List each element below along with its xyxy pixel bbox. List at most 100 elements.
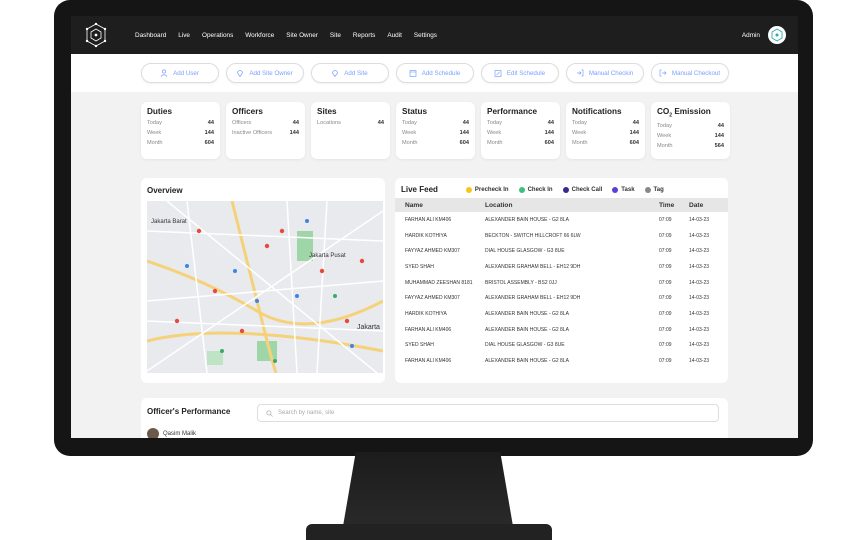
stat-value: 144 — [544, 130, 554, 136]
notifications-card[interactable]: Notifications Today 44 Week 144 Month 604 — [566, 102, 645, 159]
duties-card[interactable]: Duties Today 44 Week 144 Month 604 — [141, 102, 220, 159]
emission-card[interactable]: CO2 Emission Today 44 Week 144 Month 564 — [651, 102, 730, 159]
add-site-owner-button[interactable]: Add Site Owner — [225, 63, 304, 83]
stat-label: Today — [657, 122, 672, 129]
manual-checkin-label: Manual Checkin — [588, 69, 634, 77]
cell-date: 14-03-23 — [689, 326, 710, 333]
user-avatar[interactable] — [768, 26, 786, 44]
legend-precheck-in[interactable]: Precheck In — [465, 186, 509, 193]
table-row[interactable]: SYED SHAH ALEXANDER GRAHAM BELL - EH12 9D… — [395, 259, 728, 275]
table-row[interactable]: HARDIK KOTHIYA BECKTON - SWITCH HILLCROFT… — [395, 228, 728, 244]
column-name[interactable]: Name — [395, 202, 485, 209]
add-site-button[interactable]: Add Site — [310, 63, 389, 83]
table-row[interactable]: FAYYAZ AHMED KM307 DIAL HOUSE GLASGOW - G… — [395, 243, 728, 259]
table-row[interactable]: SYED SHAH DIAL HOUSE GLASGOW - G3 8UE 07:0… — [395, 338, 728, 354]
stat-label: Today — [147, 120, 162, 126]
add-schedule-label: Add Schedule — [421, 69, 461, 77]
officer-item[interactable]: Qasim Malik — [147, 428, 196, 438]
table-row[interactable]: HARDIK KOTHIYA ALEXANDER BAIN HOUSE - G2 … — [395, 306, 728, 322]
cell-date: 14-03-23 — [689, 216, 710, 223]
avatar — [147, 428, 159, 438]
stat-label: Month — [572, 140, 588, 146]
add-site-label: Add Site — [344, 69, 368, 77]
duties-title: Duties — [147, 107, 173, 116]
stat-value: 144 — [204, 130, 214, 136]
cell-time: 07:09 — [659, 216, 672, 223]
cell-date: 14-03-23 — [689, 295, 710, 302]
add-user-button[interactable]: Add User — [140, 63, 219, 83]
stat-row: Week 144 — [402, 130, 469, 136]
table-body: FARHAN ALI KM406 ALEXANDER BAIN HOUSE - G… — [395, 212, 728, 369]
cell-name: SYED SHAH — [405, 342, 434, 349]
stat-value: 604 — [629, 140, 639, 146]
emission-title: CO2 Emission — [657, 107, 724, 119]
stat-row: Week 144 — [487, 130, 554, 136]
live-feed-header: Live Feed Precheck In Check In Check Cal… — [395, 178, 728, 198]
nav-audit[interactable]: Audit — [387, 32, 402, 39]
stat-row: Today 44 — [657, 123, 724, 129]
column-time[interactable]: Time — [659, 202, 689, 209]
cell-location: ALEXANDER BAIN HOUSE - G2 8LA — [485, 310, 569, 317]
cell-location: ALEXANDER BAIN HOUSE - G2 8LA — [485, 326, 569, 333]
stat-value: 44 — [377, 120, 384, 126]
performance-card[interactable]: Performance Today 44 Week 144 Month 604 — [481, 102, 560, 159]
stat-label: Week — [147, 130, 162, 136]
cell-name: FARHAN ALI KM406 — [405, 326, 452, 333]
edit-schedule-label: Edit Schedule — [506, 69, 546, 77]
officers-card[interactable]: Officers Officers 44 Inactive Officers 144 — [226, 102, 305, 159]
stat-row: Month 604 — [402, 140, 469, 146]
column-location[interactable]: Location — [485, 202, 659, 209]
legend-tag[interactable]: Tag — [644, 186, 664, 193]
cell-date: 14-03-23 — [689, 358, 710, 365]
cell-time: 07:09 — [659, 342, 672, 349]
table-row[interactable]: MUHAMMAD ZEESHAN 8181 BRISTOL ASSEMBLY - … — [395, 275, 728, 291]
nav-site[interactable]: Site — [330, 32, 341, 39]
stats-cards: Duties Today 44 Week 144 Month 604 Officers… — [141, 102, 730, 159]
overview-map[interactable]: Jakarta Barat Jakarta Pusat Jakarta — [147, 201, 383, 373]
nav-dashboard[interactable]: Dashboard — [135, 32, 166, 39]
nav-site-owner[interactable]: Site Owner — [286, 32, 318, 39]
stat-label: Today — [572, 120, 587, 126]
search-input[interactable]: Search by name, site — [257, 404, 719, 422]
column-date[interactable]: Date — [689, 202, 728, 209]
legend-check-in[interactable]: Check In — [518, 186, 553, 193]
status-card[interactable]: Status Today 44 Week 144 Month 604 — [396, 102, 475, 159]
user-name[interactable]: Admin — [742, 32, 760, 39]
officers-performance-panel: Officer's Performance Search by name, si… — [141, 398, 728, 438]
cell-date: 14-03-23 — [689, 310, 710, 317]
cell-time: 07:09 — [659, 310, 672, 317]
calendar-edit-icon — [494, 70, 502, 77]
manual-checkout-button[interactable]: Manual Checkout — [650, 63, 729, 83]
logo-icon[interactable] — [83, 22, 109, 48]
sites-card[interactable]: Sites Locations 44 — [311, 102, 390, 159]
calendar-icon — [409, 70, 417, 77]
monitor-stand-neck — [342, 452, 514, 532]
stat-value: 604 — [459, 140, 469, 146]
nav-live[interactable]: Live — [178, 32, 190, 39]
table-row[interactable]: FAYYAZ AHMED KM307 ALEXANDER GRAHAM BELL … — [395, 290, 728, 306]
cell-time: 07:09 — [659, 263, 672, 270]
nav-settings[interactable]: Settings — [414, 32, 437, 39]
add-site-owner-label: Add Site Owner — [249, 69, 293, 77]
map-label: Jakarta Barat — [151, 219, 187, 225]
legend-task[interactable]: Task — [612, 186, 635, 193]
table-row[interactable]: FARHAN ALI KM406 ALEXANDER BAIN HOUSE - G… — [395, 212, 728, 228]
cell-name: SYED SHAH — [405, 263, 434, 270]
nav-workforce[interactable]: Workforce — [245, 32, 274, 39]
officers-title: Officers — [232, 107, 263, 116]
add-schedule-button[interactable]: Add Schedule — [395, 63, 474, 83]
nav-operations[interactable]: Operations — [202, 32, 233, 39]
stat-row: Month 564 — [657, 143, 724, 149]
table-row[interactable]: FARHAN ALI KM406 ALEXANDER BAIN HOUSE - G… — [395, 353, 728, 369]
dot-icon — [562, 186, 569, 193]
stat-value: 44 — [632, 120, 639, 126]
legend-label: Check In — [527, 186, 553, 193]
edit-schedule-button[interactable]: Edit Schedule — [480, 63, 559, 83]
table-row[interactable]: FARHAN ALI KM406 ALEXANDER BAIN HOUSE - G… — [395, 322, 728, 338]
location-pin-icon — [332, 70, 339, 77]
stat-label: Month — [147, 140, 163, 146]
legend-check-call[interactable]: Check Call — [562, 186, 602, 193]
live-feed-legend: Precheck In Check In Check Call Task Tag — [465, 186, 664, 193]
manual-checkin-button[interactable]: Manual Checkin — [565, 63, 644, 83]
nav-reports[interactable]: Reports — [353, 32, 375, 39]
